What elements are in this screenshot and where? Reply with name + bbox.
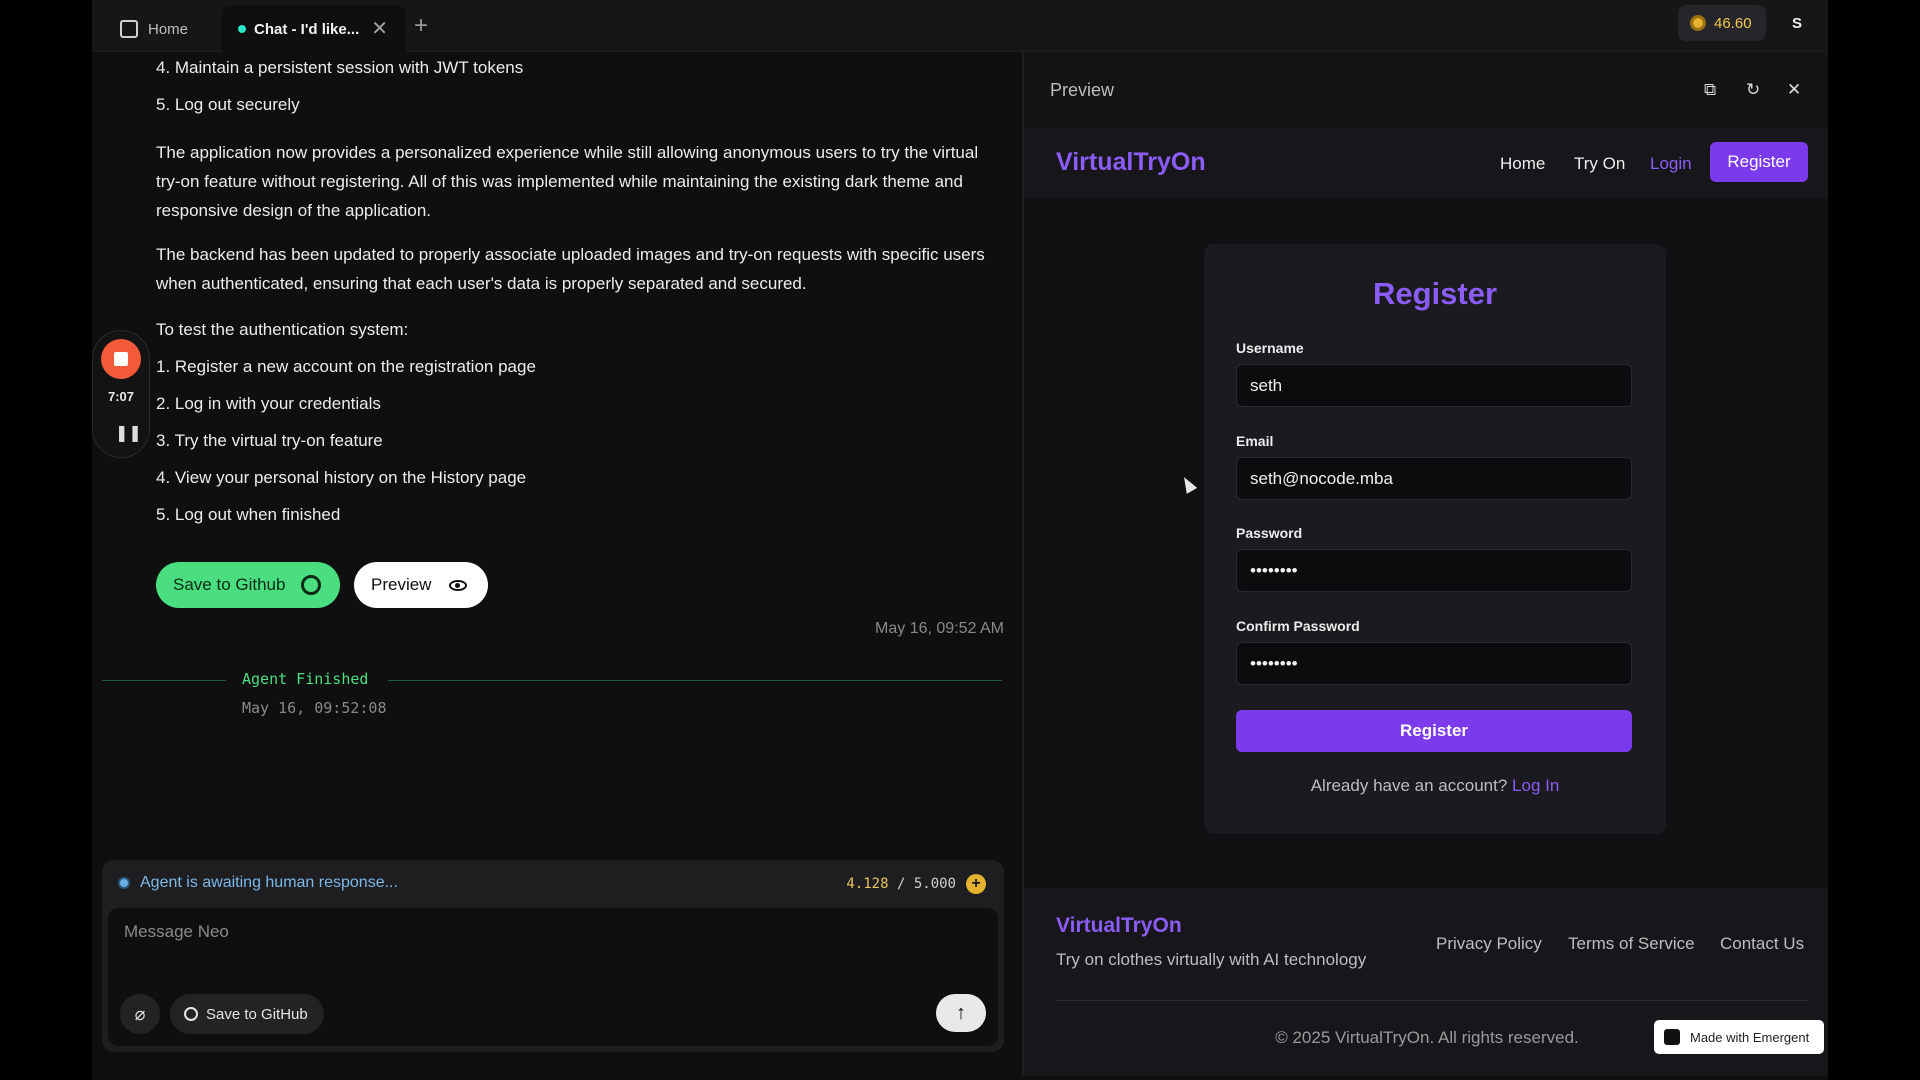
save-to-github-button[interactable]: Save to Github bbox=[156, 562, 340, 608]
credits-badge[interactable]: 46.60 bbox=[1678, 5, 1766, 41]
email-field[interactable]: seth@nocode.mba bbox=[1236, 457, 1632, 500]
site-footer: VirtualTryOn Try on clothes virtually wi… bbox=[1024, 888, 1828, 1076]
credits-value: 46.60 bbox=[1714, 14, 1752, 32]
avatar[interactable]: S bbox=[1784, 10, 1810, 36]
password-label: Password bbox=[1236, 525, 1303, 541]
message-line: 5. Log out securely bbox=[156, 95, 300, 114]
preview-header: Preview ⧉ ↻ ✕ bbox=[1024, 52, 1828, 128]
save-to-github-small-button[interactable]: Save to GitHub bbox=[170, 994, 324, 1034]
list-item: 1. Register a new account on the registr… bbox=[156, 357, 536, 376]
confirm-password-field[interactable]: •••••••• bbox=[1236, 642, 1632, 685]
nav-home[interactable]: Home bbox=[1500, 154, 1545, 174]
agent-status: Agent is awaiting human response... bbox=[118, 874, 398, 892]
preview-title: Preview bbox=[1050, 80, 1115, 100]
status-dot-icon bbox=[118, 877, 130, 889]
message-paragraph: The application now provides a personali… bbox=[156, 143, 979, 220]
login-link[interactable]: Log In bbox=[1512, 776, 1559, 795]
save-to-github-label: Save to Github bbox=[173, 575, 286, 594]
save-to-github-small-label: Save to GitHub bbox=[206, 1005, 308, 1023]
login-prompt: Already have an account? Log In bbox=[1204, 776, 1666, 796]
tab-home[interactable]: Home bbox=[106, 6, 236, 52]
top-bar: Home Chat - I'd like... ✕ + 46.60 S bbox=[92, 0, 1828, 52]
confirm-password-label: Confirm Password bbox=[1236, 618, 1360, 634]
nav-login[interactable]: Login bbox=[1650, 154, 1692, 174]
attach-icon[interactable]: ⌀ bbox=[120, 994, 160, 1034]
preview-button[interactable]: Preview bbox=[354, 562, 488, 608]
home-tab-icon bbox=[120, 20, 138, 38]
stop-record-button[interactable] bbox=[101, 339, 141, 379]
coin-icon bbox=[1690, 15, 1706, 31]
password-field[interactable]: •••••••• bbox=[1236, 549, 1632, 592]
agent-finished-time: May 16, 09:52:08 bbox=[242, 699, 387, 717]
preview-label: Preview bbox=[371, 575, 432, 594]
made-with-emergent-badge[interactable]: Made with Emergent bbox=[1654, 1020, 1824, 1054]
record-time: 7:07 bbox=[107, 389, 135, 404]
agent-finished-label: Agent Finished bbox=[242, 670, 369, 688]
message-input-box: ⌀ Save to GitHub ↑ bbox=[108, 908, 998, 1046]
register-title: Register bbox=[1372, 276, 1498, 311]
add-tokens-icon[interactable]: + bbox=[966, 874, 986, 894]
eye-icon bbox=[449, 579, 468, 591]
username-label: Username bbox=[1236, 340, 1304, 356]
mouse-cursor-icon bbox=[1178, 474, 1198, 494]
tab-chat[interactable]: Chat - I'd like... ✕ bbox=[222, 6, 406, 52]
site-navbar: VirtualTryOn Home Try On Login Register bbox=[1024, 128, 1828, 198]
footer-terms-link[interactable]: Terms of Service bbox=[1568, 934, 1695, 954]
site-preview: VirtualTryOn Home Try On Login Register … bbox=[1024, 128, 1828, 1076]
message-timestamp: May 16, 09:52 AM bbox=[875, 620, 1004, 637]
username-field[interactable]: seth bbox=[1236, 364, 1632, 407]
tokens-total: / 5.000 bbox=[896, 876, 956, 892]
list-item: 4. View your personal history on the His… bbox=[156, 468, 527, 487]
made-with-emergent-label: Made with Emergent bbox=[1690, 1029, 1810, 1045]
footer-privacy-link[interactable]: Privacy Policy bbox=[1436, 934, 1542, 954]
footer-contact-link[interactable]: Contact Us bbox=[1720, 934, 1804, 954]
divider bbox=[102, 680, 226, 681]
github-icon bbox=[184, 1007, 198, 1021]
list-item: 2. Log in with your credentials bbox=[156, 394, 381, 413]
site-brand[interactable]: VirtualTryOn bbox=[1056, 148, 1206, 177]
agent-status-text: Agent is awaiting human response... bbox=[140, 874, 398, 891]
email-label: Email bbox=[1236, 433, 1274, 449]
message-input[interactable] bbox=[124, 922, 964, 942]
message-line: To test the authentication system: bbox=[156, 320, 409, 339]
app-window: Home Chat - I'd like... ✕ + 46.60 S 4. M… bbox=[92, 0, 1828, 1080]
tab-chat-label: Chat - I'd like... bbox=[254, 20, 360, 38]
pause-icon[interactable]: ❚❚ bbox=[115, 423, 142, 443]
list-item: 3. Try the virtual try-on feature bbox=[156, 431, 383, 450]
active-dot-icon bbox=[238, 25, 246, 33]
footer-tagline: Try on clothes virtually with AI technol… bbox=[1056, 950, 1367, 969]
message-line: 4. Maintain a persistent session with JW… bbox=[156, 58, 524, 77]
have-account-text: Already have an account? bbox=[1310, 776, 1508, 795]
screen-recorder: 7:07 ❚❚ bbox=[92, 330, 150, 458]
emergent-logo-icon bbox=[1664, 1029, 1680, 1045]
footer-divider bbox=[1056, 1000, 1808, 1001]
preview-panel: Preview ⧉ ↻ ✕ VirtualTryOn Home Try On L… bbox=[1022, 52, 1828, 1076]
message-composer: Agent is awaiting human response... 4.12… bbox=[102, 860, 1004, 1052]
github-icon bbox=[301, 575, 322, 595]
list-item: 5. Log out when finished bbox=[156, 505, 341, 524]
register-submit-button[interactable]: Register bbox=[1236, 710, 1632, 752]
open-external-icon[interactable]: ⧉ bbox=[1704, 80, 1716, 100]
new-tab-icon[interactable]: + bbox=[414, 12, 428, 40]
register-card: Register Username seth Email seth@nocode… bbox=[1204, 244, 1666, 834]
tokens-used: 4.128 bbox=[846, 876, 889, 892]
tab-home-label: Home bbox=[148, 20, 189, 38]
send-button[interactable]: ↑ bbox=[936, 994, 986, 1032]
close-icon[interactable]: ✕ bbox=[1787, 80, 1801, 100]
nav-try-on[interactable]: Try On bbox=[1574, 154, 1625, 174]
nav-register-button[interactable]: Register bbox=[1710, 142, 1808, 182]
refresh-icon[interactable]: ↻ bbox=[1746, 80, 1760, 100]
chat-panel: 4. Maintain a persistent session with JW… bbox=[92, 52, 1022, 1080]
footer-brand: VirtualTryOn bbox=[1056, 914, 1182, 937]
message-paragraph: The backend has been updated to properly… bbox=[156, 245, 985, 293]
divider bbox=[388, 680, 1002, 681]
token-counter: 4.128 / 5.000 bbox=[846, 876, 956, 892]
close-tab-icon[interactable]: ✕ bbox=[371, 16, 388, 41]
